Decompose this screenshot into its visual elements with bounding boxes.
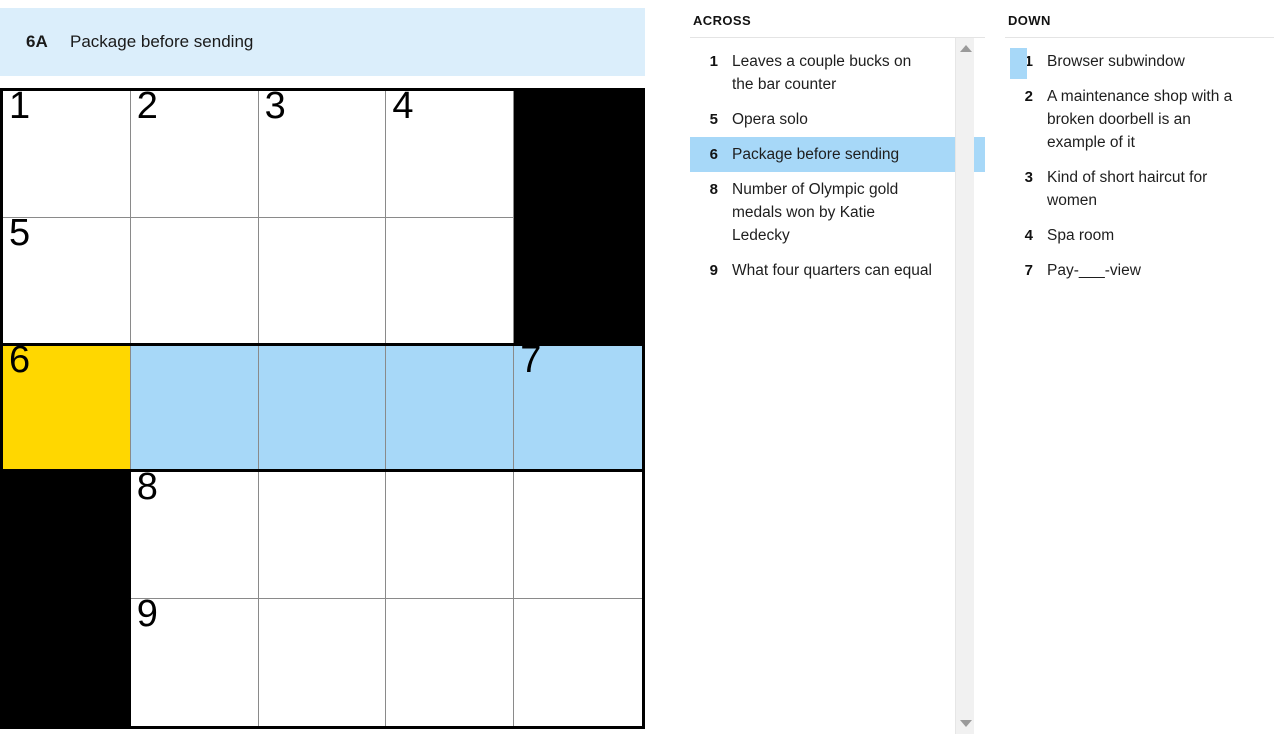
cell-number: 7 (520, 339, 542, 381)
cell-number: 5 (9, 212, 31, 254)
grid-cell-r2c1[interactable]: 5 (3, 214, 131, 345)
triangle-down-icon[interactable] (956, 715, 975, 732)
clue-number: 6 (709, 146, 718, 163)
down-clue-4[interactable]: 4 Spa room (1005, 218, 1274, 253)
current-clue-banner[interactable]: 6A Package before sending (0, 8, 645, 76)
grid-cells[interactable]: 1 2 3 4 5 6 7 8 9 (3, 87, 642, 726)
grid-cell-r3c4[interactable] (386, 345, 515, 472)
clue-text: Browser subwindow (1047, 53, 1185, 70)
grid-cell-r2c4[interactable] (386, 218, 515, 345)
current-clue-text: Package before sending (70, 32, 254, 51)
grid-cell-r1c5 (514, 91, 642, 218)
clue-text: Package before sending (732, 146, 900, 163)
clue-text: Leaves a couple bucks on the bar counter (732, 53, 912, 93)
cell-number: 3 (264, 85, 286, 127)
clue-text: Spa room (1047, 227, 1115, 244)
cell-number: 1 (9, 85, 31, 127)
crossword-grid[interactable]: 1 2 3 4 5 6 7 8 9 (0, 87, 645, 729)
across-clue-1[interactable]: 1 Leaves a couple bucks on the bar counte… (690, 44, 985, 102)
grid-cell-r2c2[interactable] (130, 218, 259, 345)
triangle-up-icon[interactable] (956, 40, 975, 57)
across-clue-9[interactable]: 9 What four quarters can equal (690, 253, 985, 288)
down-clue-7[interactable]: 7 Pay-___-view (1005, 253, 1274, 288)
grid-cell-r1c2[interactable]: 2 (130, 87, 259, 218)
grid-cell-r5c1 (3, 599, 131, 726)
down-heading: DOWN (1008, 13, 1051, 28)
grid-cell-r4c3[interactable] (258, 472, 387, 599)
across-clue-5[interactable]: 5 Opera solo (690, 102, 985, 137)
across-clue-6[interactable]: 6 Package before sending (690, 137, 985, 172)
cell-number: 6 (9, 339, 31, 381)
grid-cell-r4c4[interactable] (386, 472, 515, 599)
down-clue-2[interactable]: 2 A maintenance shop with a broken doorbe… (1005, 79, 1274, 160)
cell-number: 4 (392, 85, 414, 127)
clue-text: What four quarters can equal (732, 262, 932, 279)
clue-number: 2 (1024, 88, 1033, 105)
across-scrollbar[interactable] (955, 38, 974, 734)
clue-number: 8 (709, 181, 718, 198)
across-clue-list[interactable]: 1 Leaves a couple bucks on the bar counte… (690, 38, 985, 728)
across-clue-8[interactable]: 8 Number of Olympic gold medals won by Ka… (690, 172, 985, 253)
cell-number: 2 (136, 85, 158, 127)
clue-text: Kind of short haircut for women (1047, 169, 1208, 209)
clue-number: 3 (1024, 169, 1033, 186)
clue-number: 9 (709, 262, 718, 279)
grid-cell-r5c4[interactable] (386, 599, 515, 726)
down-clue-list[interactable]: 1 Browser subwindow 2 A maintenance shop wi… (1005, 38, 1274, 728)
grid-cell-r4c1 (3, 472, 131, 599)
grid-cell-r1c3[interactable]: 3 (258, 87, 387, 218)
crossword-app: 6A Package before sending 1 2 3 4 5 6 7 8 9 ACRO… (0, 0, 1274, 734)
grid-cell-r1c4[interactable]: 4 (386, 87, 515, 218)
grid-cell-r1c1[interactable]: 1 (3, 87, 131, 218)
clue-number: 1 (1024, 53, 1033, 70)
grid-cell-r4c5[interactable] (514, 472, 642, 599)
down-panel: DOWN 1 Browser subwindow 2 A maintenance sh… (1005, 0, 1274, 734)
clue-number: 7 (1024, 262, 1033, 279)
clue-number: 4 (1024, 227, 1033, 244)
grid-cell-r5c2[interactable]: 9 (130, 595, 259, 726)
down-clue-1[interactable]: 1 Browser subwindow (1005, 44, 1274, 79)
clue-number: 5 (709, 111, 718, 128)
grid-cell-r3c2[interactable] (130, 345, 259, 472)
grid-cell-r5c3[interactable] (258, 599, 387, 726)
clue-number: 1 (709, 53, 718, 70)
down-clue-3[interactable]: 3 Kind of short haircut for women (1005, 160, 1274, 218)
cell-number: 8 (136, 466, 158, 508)
cell-number: 9 (136, 593, 158, 635)
grid-cell-r3c5[interactable]: 7 (514, 341, 642, 472)
grid-cell-r3c3[interactable] (258, 345, 387, 472)
across-panel: ACROSS 1 Leaves a couple bucks on the bar… (690, 0, 985, 734)
across-heading: ACROSS (693, 13, 752, 28)
current-clue-number: 6A (26, 32, 48, 51)
grid-cell-r4c2[interactable]: 8 (130, 468, 259, 599)
clue-text: Pay-___-view (1047, 262, 1141, 279)
clue-text: Number of Olympic gold medals won by Kat… (732, 181, 899, 244)
grid-cell-r2c3[interactable] (258, 218, 387, 345)
grid-cell-r2c5 (514, 218, 642, 345)
clue-text: Opera solo (732, 111, 808, 128)
grid-cell-r5c5[interactable] (514, 599, 642, 726)
clue-text: A maintenance shop with a broken doorbel… (1047, 88, 1233, 151)
clue-panels: ACROSS 1 Leaves a couple bucks on the bar… (690, 0, 1274, 734)
grid-cell-r3c1[interactable]: 6 (3, 341, 131, 472)
